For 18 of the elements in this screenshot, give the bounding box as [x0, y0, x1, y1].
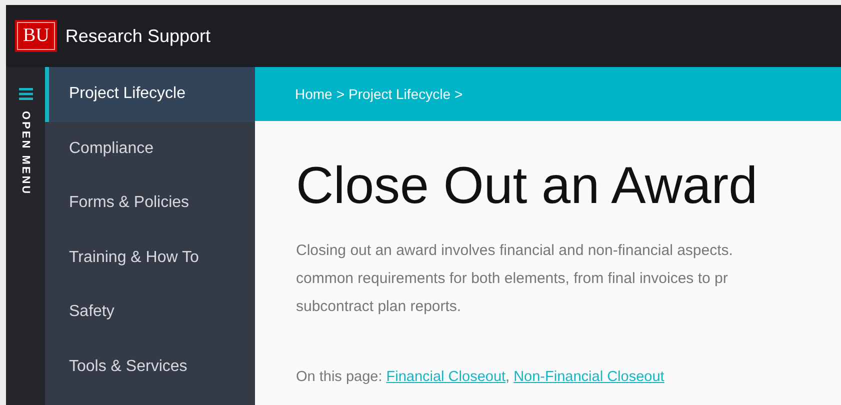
menu-icon[interactable] [18, 87, 32, 101]
sidebar-item[interactable]: Project Lifecycle [45, 67, 255, 122]
sidebar-item[interactable]: Forms & Policies [45, 176, 255, 230]
intro-text: Closing out an award involves financial and non-financial aspects. [296, 241, 734, 261]
sidebar-item[interactable]: Safety [45, 285, 255, 340]
intro-text: common requirements for both elements, from final invoices to pr [296, 269, 729, 289]
logo[interactable]: BU [17, 22, 56, 50]
breadcrumb-separator: > [454, 86, 463, 102]
site-title[interactable]: Research Support [65, 26, 210, 46]
intro-text: subcontract plan reports. [296, 297, 462, 317]
sidebar-item[interactable]: Training & How To [45, 230, 255, 285]
breadcrumb-separator: > [336, 86, 345, 102]
sidebar-item[interactable]: Tools & Services [45, 340, 255, 394]
page-title: Close Out an Award [296, 156, 759, 217]
sidebar-item[interactable]: Compliance [45, 122, 255, 176]
open-menu-label[interactable]: OPEN MENU [20, 111, 32, 196]
link-separator: , [506, 369, 510, 385]
on-this-page-label: On this page: [296, 369, 382, 385]
